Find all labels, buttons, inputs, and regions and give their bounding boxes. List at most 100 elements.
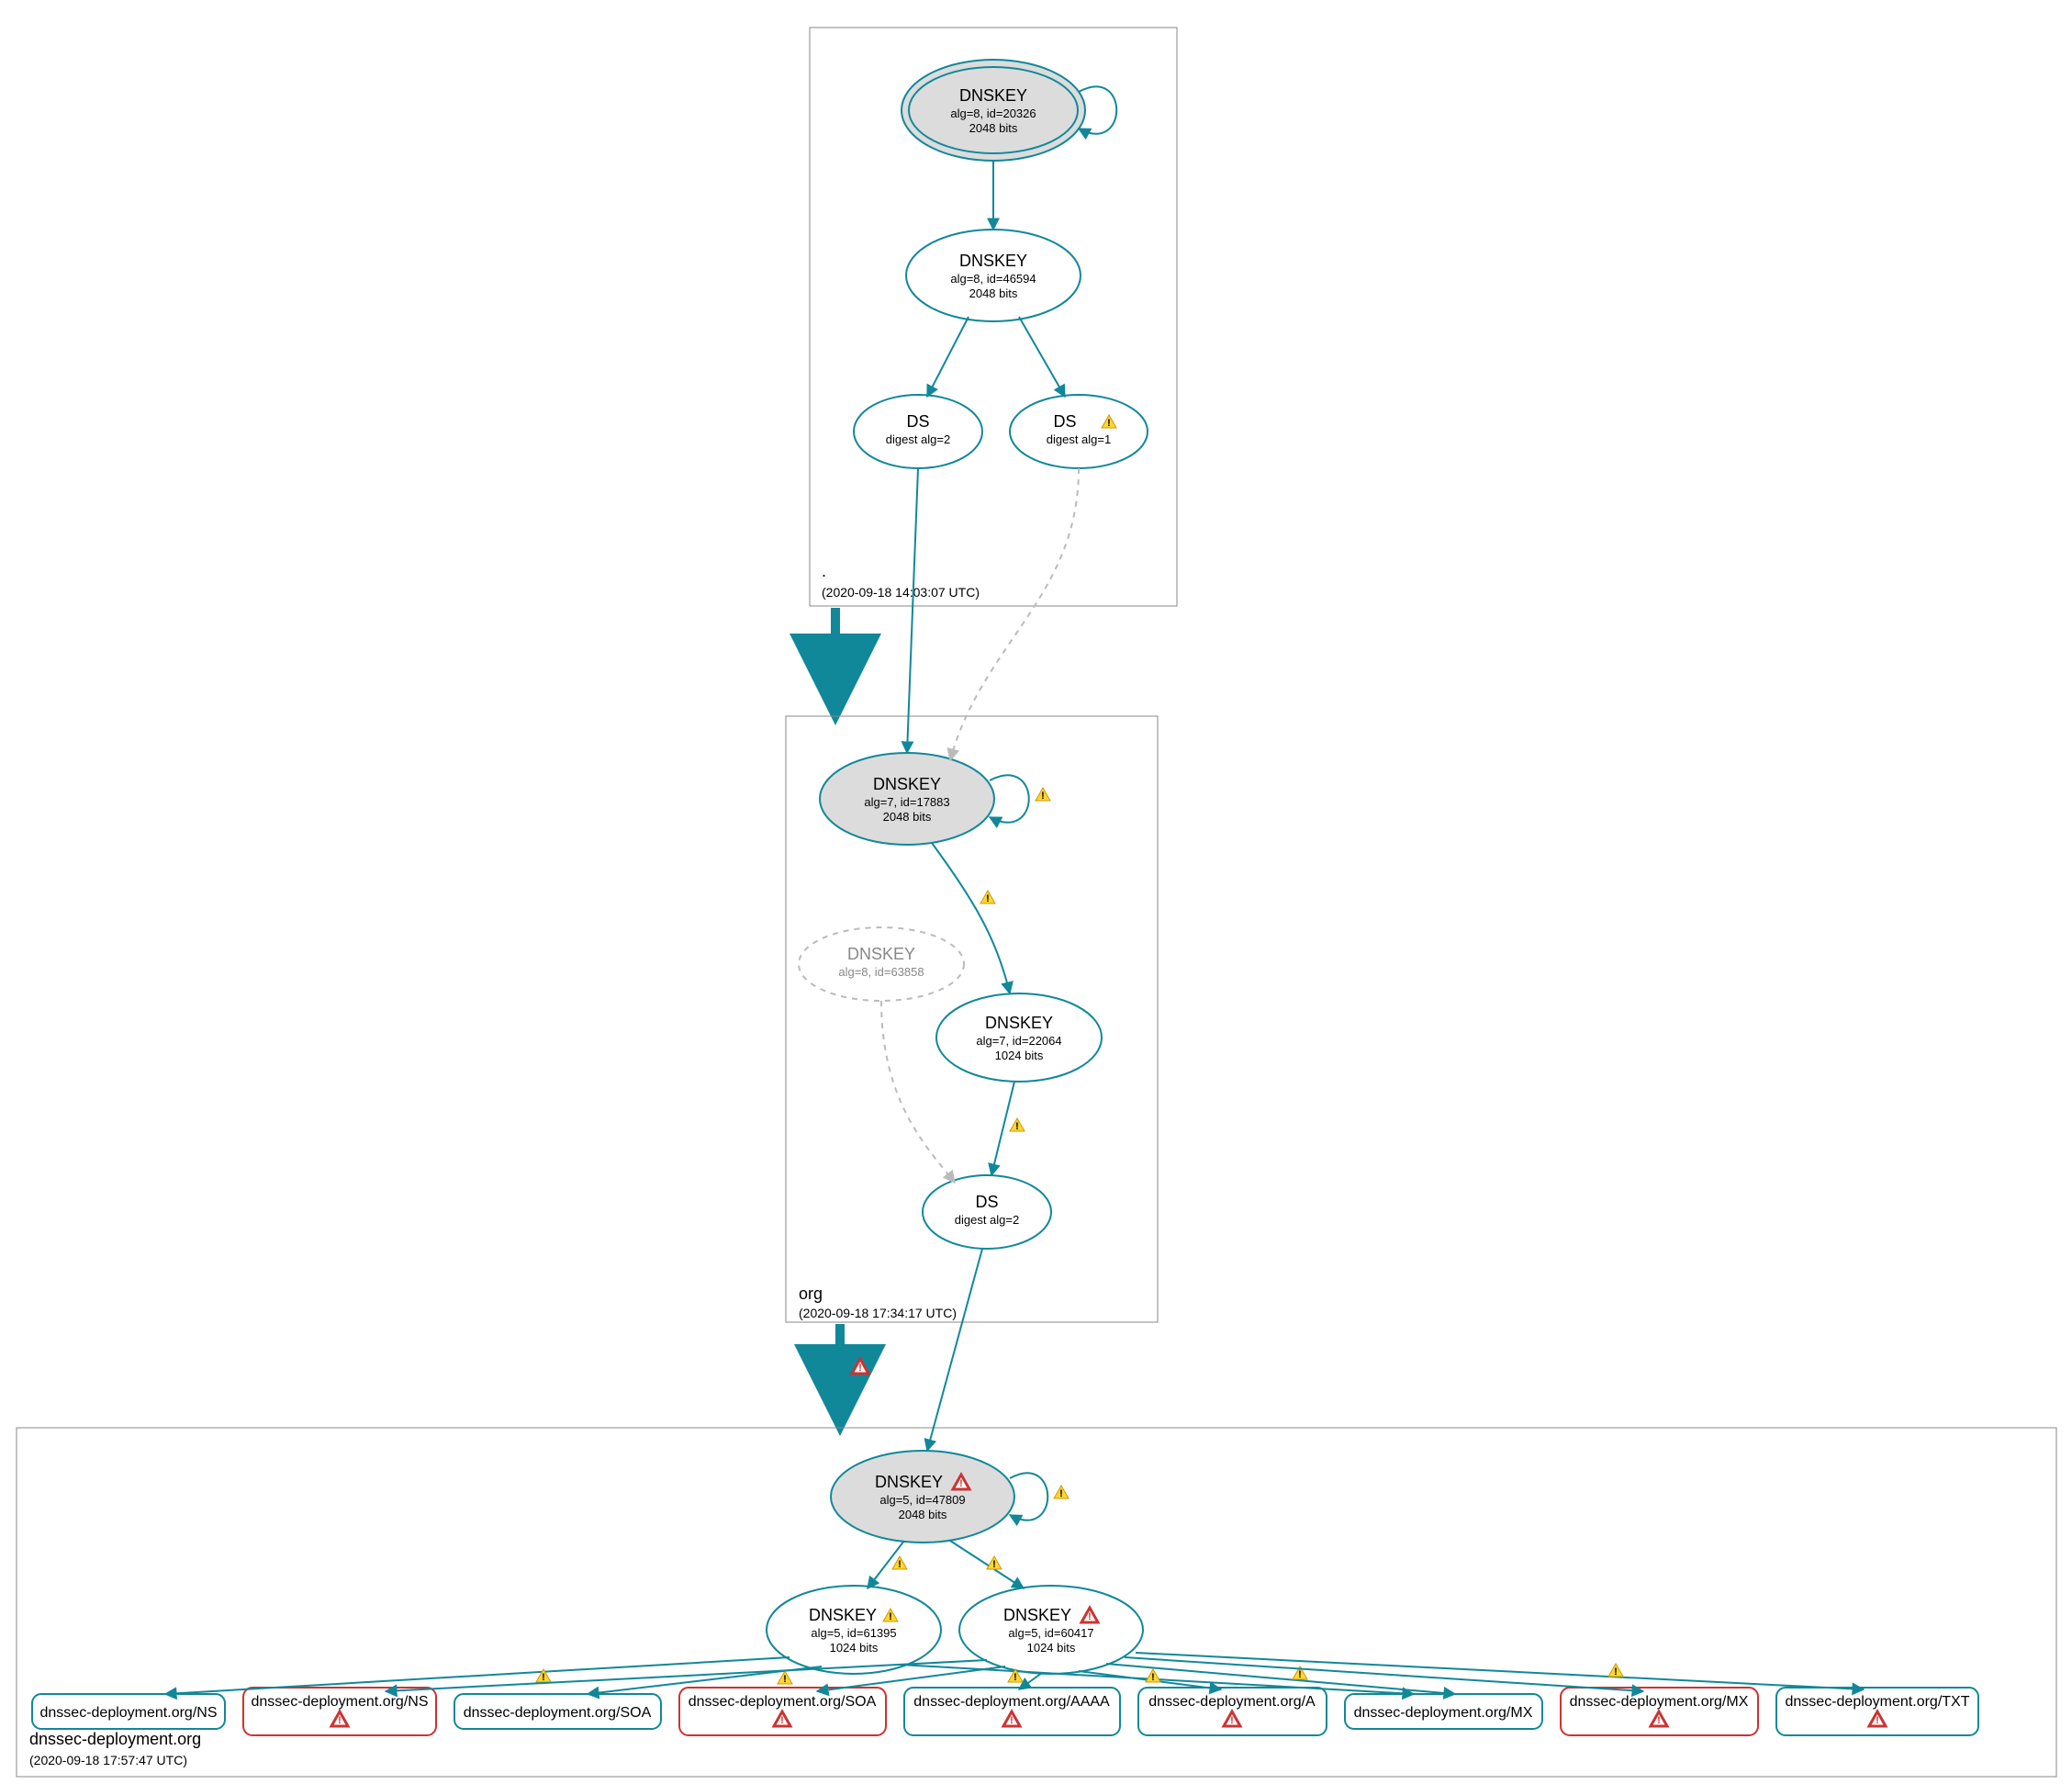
svg-text:!: ! [986,893,990,904]
svg-text:dnssec-deployment.org/MX: dnssec-deployment.org/MX [1354,1705,1533,1721]
svg-text:DNSKEY: DNSKEY [1003,1606,1071,1624]
svg-text:!: ! [898,1559,902,1570]
zone-org-label: org [799,1285,823,1303]
svg-text:dnssec-deployment.org/AAAA: dnssec-deployment.org/AAAA [913,1694,1110,1710]
svg-text:DNSKEY: DNSKEY [959,86,1027,105]
svg-text:DNSKEY: DNSKEY [959,252,1027,270]
warning-icon: ! [778,1671,792,1685]
svg-text:!: ! [1657,1715,1661,1726]
svg-text:!: ! [889,1611,892,1622]
svg-text:!: ! [1041,791,1045,802]
node-org-zsk[interactable]: DNSKEY alg=7, id=22064 1024 bits [936,993,1102,1082]
warning-icon: ! [1010,1118,1025,1132]
record-soa-teal[interactable]: dnssec-deployment.org/SOA [454,1694,661,1729]
zone-leaf-timestamp: (2020-09-18 17:57:47 UTC) [29,1753,187,1767]
svg-text:DNSKEY: DNSKEY [985,1014,1053,1032]
svg-text:alg=5, id=60417: alg=5, id=60417 [1008,1626,1093,1640]
node-root-zsk[interactable]: DNSKEY alg=8, id=46594 2048 bits [906,230,1081,321]
warning-icon: ! [892,1556,907,1570]
zone-root: . (2020-09-18 14:03:07 UTC) DNSKEY alg=8… [810,28,1177,606]
error-icon: ! [852,1359,868,1374]
svg-text:1024 bits: 1024 bits [995,1049,1044,1062]
svg-text:!: ! [1088,1611,1092,1622]
edge-orgds-leafksk [927,1249,982,1451]
svg-text:!: ! [1876,1715,1879,1726]
svg-text:!: ! [542,1672,545,1683]
svg-text:alg=5, id=61395: alg=5, id=61395 [811,1626,896,1640]
warning-icon: ! [1146,1669,1160,1683]
warning-icon: ! [1054,1486,1069,1499]
warning-icon: ! [1608,1664,1623,1677]
svg-text:!: ! [1230,1715,1234,1726]
zone-root-label: . [822,562,826,580]
record-a-teal[interactable]: dnssec-deployment.org/A ! [1138,1688,1327,1735]
svg-text:!: ! [1015,1121,1019,1132]
svg-text:dnssec-deployment.org/SOA: dnssec-deployment.org/SOA [689,1694,877,1710]
record-ns-red[interactable]: dnssec-deployment.org/NS ! [243,1688,436,1735]
node-org-extra[interactable]: DNSKEY alg=8, id=63858 [799,927,964,1001]
svg-text:!: ! [1614,1666,1618,1677]
svg-text:DNSKEY: DNSKEY [873,775,941,793]
svg-text:!: ! [858,1363,862,1374]
svg-text:alg=5, id=47809: alg=5, id=47809 [879,1493,965,1507]
svg-text:alg=8, id=46594: alg=8, id=46594 [950,272,1036,286]
node-root-ds2[interactable]: DS digest alg=1 [1010,395,1148,468]
svg-text:DNSKEY: DNSKEY [875,1473,943,1491]
svg-text:DS: DS [975,1193,998,1211]
node-root-ds1[interactable]: DS digest alg=2 [854,395,982,468]
svg-text:dnssec-deployment.org/MX: dnssec-deployment.org/MX [1570,1694,1749,1710]
svg-text:DNSKEY: DNSKEY [809,1606,877,1624]
record-ns-teal[interactable]: dnssec-deployment.org/NS [32,1694,225,1729]
warning-icon: ! [980,891,995,904]
svg-text:alg=8, id=63858: alg=8, id=63858 [838,965,924,979]
svg-text:digest alg=2: digest alg=2 [886,432,950,446]
svg-text:!: ! [1059,1488,1063,1499]
zone-root-timestamp: (2020-09-18 14:03:07 UTC) [822,585,980,600]
svg-text:digest alg=2: digest alg=2 [955,1213,1019,1227]
node-org-ksk[interactable]: DNSKEY alg=7, id=17883 2048 bits [820,753,994,845]
svg-text:!: ! [1107,418,1111,429]
edge-self-leaf-ksk [1010,1473,1047,1520]
svg-text:!: ! [959,1478,963,1489]
record-txt-teal[interactable]: dnssec-deployment.org/TXT ! [1776,1688,1978,1735]
record-aaaa-teal[interactable]: dnssec-deployment.org/AAAA ! [904,1688,1120,1735]
warning-icon: ! [987,1556,1002,1570]
edge-rootds1-orgksk [907,468,918,753]
zone-leaf: dnssec-deployment.org (2020-09-18 17:57:… [17,1249,2056,1777]
node-leaf-zsk1[interactable]: DNSKEY alg=5, id=61395 1024 bits [767,1586,941,1674]
svg-text:DS: DS [906,412,929,431]
node-leaf-ksk[interactable]: DNSKEY alg=5, id=47809 2048 bits [831,1451,1014,1543]
svg-text:dnssec-deployment.org/NS: dnssec-deployment.org/NS [252,1694,429,1710]
edge-leafksk-zsk2 [950,1541,1024,1588]
svg-text:1024 bits: 1024 bits [1027,1641,1076,1655]
svg-text:!: ! [1298,1669,1302,1680]
edge-root-zsk-ds1 [927,317,969,397]
node-root-ksk[interactable]: DNSKEY alg=8, id=20326 2048 bits [902,60,1085,161]
svg-text:2048 bits: 2048 bits [899,1508,947,1521]
svg-text:!: ! [783,1674,787,1685]
edge-root-zsk-ds2 [1019,317,1065,397]
svg-text:dnssec-deployment.org/TXT: dnssec-deployment.org/TXT [1786,1694,1970,1710]
zone-org-timestamp: (2020-09-18 17:34:17 UTC) [799,1306,957,1320]
svg-text:1024 bits: 1024 bits [830,1641,879,1655]
svg-text:DS: DS [1053,412,1076,431]
svg-text:!: ! [780,1715,784,1726]
record-mx-teal[interactable]: dnssec-deployment.org/MX [1345,1694,1542,1729]
svg-text:DNSKEY: DNSKEY [847,945,915,963]
svg-text:dnssec-deployment.org/SOA: dnssec-deployment.org/SOA [464,1705,652,1721]
svg-text:2048 bits: 2048 bits [969,121,1018,135]
record-mx-red[interactable]: dnssec-deployment.org/MX ! [1561,1688,1758,1735]
svg-text:!: ! [1014,1672,1017,1683]
record-soa-red[interactable]: dnssec-deployment.org/SOA ! [679,1688,886,1735]
svg-text:alg=7, id=17883: alg=7, id=17883 [864,795,949,809]
node-org-ds[interactable]: DS digest alg=2 [923,1175,1051,1249]
svg-text:dnssec-deployment.org/A: dnssec-deployment.org/A [1148,1694,1316,1710]
edge-self-org-ksk [990,775,1029,822]
svg-text:!: ! [992,1559,996,1570]
svg-text:alg=7, id=22064: alg=7, id=22064 [976,1034,1061,1048]
svg-text:dnssec-deployment.org/NS: dnssec-deployment.org/NS [40,1705,218,1721]
svg-text:!: ! [1010,1715,1014,1726]
svg-text:!: ! [1151,1672,1155,1683]
svg-text:2048 bits: 2048 bits [969,286,1018,300]
svg-text:2048 bits: 2048 bits [883,810,932,824]
